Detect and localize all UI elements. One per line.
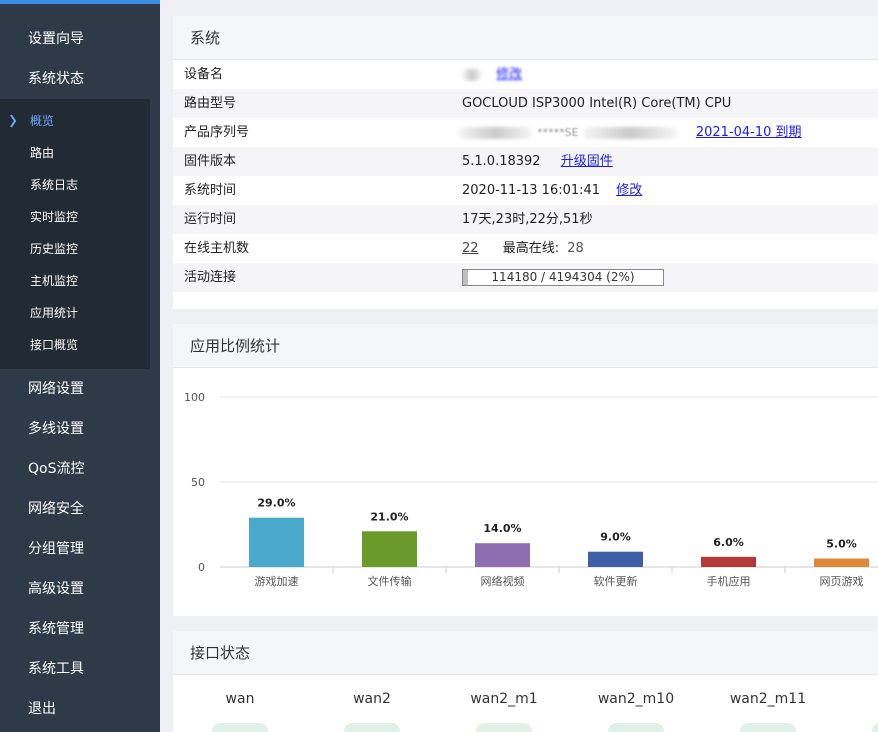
uptime-value: 17天,23时,22分,51秒: [462, 212, 593, 227]
nav-sub-app-stats[interactable]: 应用统计: [0, 297, 150, 329]
data-label: 9.0%: [600, 531, 631, 544]
interface-status-indicator: [476, 723, 532, 732]
bar: [814, 558, 869, 567]
device-name-label: 设备名: [184, 67, 224, 82]
device-name-edit-link[interactable]: 修改: [496, 67, 522, 82]
interface-status-panel-title: 接口状态: [173, 631, 878, 675]
interface-status-indicator: [740, 723, 796, 732]
system-time-value: 2020-11-13 16:01:41: [462, 183, 601, 198]
nav-logout[interactable]: 退出: [0, 689, 160, 729]
row-uptime: 运行时间 17天,23时,22分,51秒: [173, 205, 878, 234]
sidebar: 设置向导 系统状态 概览 路由 系统日志 实时监控 历史监控 主机监控 应用统计…: [0, 0, 160, 732]
interface-list: wan wan2 wan2_m1 wan2_m10 wan2_m11 wa: [173, 691, 878, 711]
nav-multiline-settings[interactable]: 多线设置: [0, 409, 160, 449]
app-stats-panel-title: 应用比例统计: [173, 324, 878, 368]
bar: [701, 556, 756, 567]
data-label: 21.0%: [370, 510, 408, 523]
nav-network-security[interactable]: 网络安全: [0, 489, 160, 529]
max-online-value: 28: [567, 241, 584, 256]
nav-advanced-settings[interactable]: 高级设置: [0, 569, 160, 609]
model-label: 路由型号: [184, 96, 237, 111]
model-value: GOCLOUD ISP3000 Intel(R) Core(TM) CPU: [462, 96, 732, 111]
row-model: 路由型号 GOCLOUD ISP3000 Intel(R) Core(TM) C…: [173, 89, 878, 118]
system-time-label: 系统时间: [184, 183, 237, 198]
interface-name: wan2_m10: [597, 691, 675, 707]
online-hosts-label: 在线主机数: [184, 241, 250, 256]
data-label: 6.0%: [713, 536, 744, 549]
system-panel-title: 系统: [173, 16, 878, 60]
system-status-submenu: 概览 路由 系统日志 实时监控 历史监控 主机监控 应用统计 接口概览: [0, 99, 150, 369]
max-online-label: 最高在线:: [502, 241, 560, 256]
interface-status-indicator: [212, 723, 268, 732]
nav-system-status[interactable]: 系统状态: [0, 59, 160, 99]
interface-name: wan2_m1: [470, 691, 538, 707]
nav-sub-label: 概览: [30, 114, 55, 128]
online-hosts-count-link[interactable]: 22: [462, 241, 479, 256]
x-tick-label: 文件传输: [368, 574, 412, 588]
data-label: 29.0%: [257, 497, 295, 510]
redacted-serial-right: [582, 126, 678, 139]
app-stats-panel: 应用比例统计 100 50 0 29.0% 游戏加速 21.0% 文件传输 14.0% 网络视频…: [173, 324, 878, 616]
connections-progress-bar: 114180 / 4194304 (2%): [462, 269, 664, 286]
data-label: 14.0%: [483, 522, 521, 535]
bar: [362, 531, 417, 567]
interface-name: wan2_m11: [729, 691, 807, 707]
system-time-edit-link[interactable]: 修改: [616, 183, 642, 198]
main-content: 系统 设备名 修改 路由型号 GOCLOUD ISP3000 Intel(R) …: [160, 0, 878, 732]
nav-sub-system-log[interactable]: 系统日志: [0, 169, 150, 201]
system-panel: 系统 设备名 修改 路由型号 GOCLOUD ISP3000 Intel(R) …: [173, 16, 878, 309]
x-tick-label: 软件更新: [594, 574, 638, 588]
upgrade-firmware-link[interactable]: 升级固件: [561, 154, 613, 169]
row-firmware: 固件版本 5.1.0.18392 升级固件: [173, 147, 878, 176]
uptime-label: 运行时间: [184, 212, 237, 227]
row-system-time: 系统时间 2020-11-13 16:01:41 修改: [173, 176, 878, 205]
y-tick-label: 50: [191, 476, 205, 489]
nav-system-tools[interactable]: 系统工具: [0, 649, 160, 689]
x-tick-label: 手机应用: [707, 574, 751, 588]
nav-sub-host-monitor[interactable]: 主机监控: [0, 265, 150, 297]
y-tick-label: 0: [198, 561, 205, 574]
nav-sub-interface-overview[interactable]: 接口概览: [0, 329, 150, 361]
bar: [249, 517, 304, 567]
interface-status-indicator: [344, 723, 400, 732]
row-connections: 活动连接 114180 / 4194304 (2%): [173, 263, 878, 292]
serial-label: 产品序列号: [184, 125, 250, 140]
nav-sub-history-monitor[interactable]: 历史监控: [0, 233, 150, 265]
y-tick-label: 100: [184, 391, 205, 404]
chevron-right-icon: [10, 114, 16, 128]
interface-name: wan2: [353, 691, 391, 707]
row-device-name: 设备名 修改: [173, 60, 878, 89]
row-serial: 产品序列号 *****SE 2021-04-10 到期: [173, 118, 878, 147]
interface-name: wa: [840, 691, 878, 707]
serial-expire-link[interactable]: 2021-04-10 到期: [696, 125, 802, 140]
firmware-value: 5.1.0.18392: [462, 154, 541, 169]
serial-partial-value: *****SE: [537, 126, 579, 139]
interface-status-indicator: [608, 723, 664, 732]
nav-network-settings[interactable]: 网络设置: [0, 369, 160, 409]
bar: [475, 543, 530, 567]
row-online-hosts: 在线主机数 22 最高在线: 28: [173, 234, 878, 263]
nav-sub-route[interactable]: 路由: [0, 137, 150, 169]
bar: [588, 551, 643, 567]
nav-sub-realtime-monitor[interactable]: 实时监控: [0, 201, 150, 233]
nav-sub-overview[interactable]: 概览: [0, 105, 150, 137]
app-stats-chart: 100 50 0 29.0% 游戏加速 21.0% 文件传输 14.0% 网络视频 9.0% 软件更…: [184, 391, 878, 588]
nav-setup-wizard[interactable]: 设置向导: [0, 19, 160, 59]
interface-status-indicator: [872, 723, 878, 732]
interface-name: wan: [225, 691, 255, 707]
nav-system-management[interactable]: 系统管理: [0, 609, 160, 649]
connections-progress-text: 114180 / 4194304 (2%): [491, 270, 635, 284]
x-tick-label: 网络视频: [481, 574, 525, 588]
firmware-label: 固件版本: [184, 154, 237, 169]
interface-status-panel: 接口状态 wan wan2 wan2_m1 wan2_m10 wan2_m11 wa: [173, 631, 878, 732]
x-tick-label: 网页游戏: [820, 575, 864, 588]
redacted-device-name: [462, 68, 482, 81]
data-label: 5.0%: [826, 538, 857, 551]
connections-label: 活动连接: [184, 270, 237, 285]
nav-group-management[interactable]: 分组管理: [0, 529, 160, 569]
redacted-serial-left: [458, 126, 533, 139]
x-tick-label: 游戏加速: [255, 575, 299, 588]
nav-qos[interactable]: QoS流控: [0, 449, 160, 489]
